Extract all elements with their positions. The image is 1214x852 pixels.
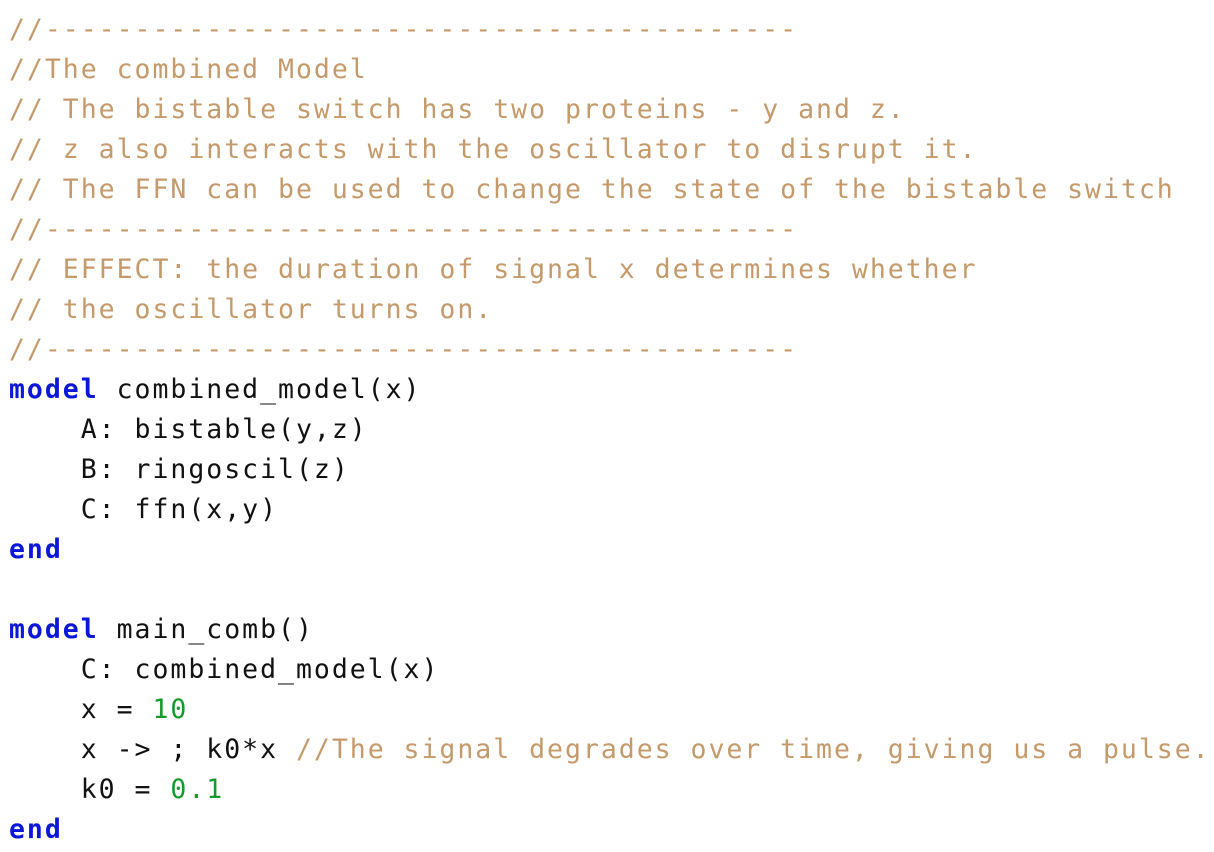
code-line: C: combined_model(x) <box>9 650 1211 690</box>
code-text: combined_model(x) <box>98 374 422 405</box>
code-line: x -> ; k0*x //The signal degrades over t… <box>9 730 1211 770</box>
code-comment: // The bistable switch has two proteins … <box>9 94 906 125</box>
code-line: //--------------------------------------… <box>9 210 1211 250</box>
code-comment: //--------------------------------------… <box>9 14 799 45</box>
code-comment: // The FFN can be used to change the sta… <box>9 174 1175 205</box>
code-line: //--------------------------------------… <box>9 330 1211 370</box>
code-number: 0.1 <box>170 774 225 805</box>
code-line: model main_comb() <box>9 610 1211 650</box>
code-line: end <box>9 530 1211 570</box>
code-keyword: end <box>9 814 63 845</box>
code-text: B: ringoscil(z) <box>9 454 350 485</box>
code-line: C: ffn(x,y) <box>9 490 1211 530</box>
code-comment: // the oscillator turns on. <box>9 294 494 325</box>
code-number: 10 <box>152 694 189 725</box>
code-text: C: ffn(x,y) <box>9 494 279 525</box>
code-line: // z also interacts with the oscillator … <box>9 130 1211 170</box>
code-line: A: bistable(y,z) <box>9 410 1211 450</box>
code-line: //The combined Model <box>9 50 1211 90</box>
code-line: // the oscillator turns on. <box>9 290 1211 330</box>
code-comment: // EFFECT: the duration of signal x dete… <box>9 254 978 285</box>
code-text: k0 = <box>9 774 171 805</box>
code-text: main_comb() <box>98 614 314 645</box>
code-line: //--------------------------------------… <box>9 10 1211 50</box>
code-line: k0 = 0.1 <box>9 770 1211 810</box>
code-line: B: ringoscil(z) <box>9 450 1211 490</box>
code-keyword: model <box>9 374 99 405</box>
code-comment: // z also interacts with the oscillator … <box>9 134 978 165</box>
code-text: A: bistable(y,z) <box>9 414 368 445</box>
code-keyword: model <box>9 614 99 645</box>
code-line: // The bistable switch has two proteins … <box>9 90 1211 130</box>
code-editor: //--------------------------------------… <box>9 10 1211 850</box>
code-comment: //--------------------------------------… <box>9 214 799 245</box>
code-line: x = 10 <box>9 690 1211 730</box>
code-line: model combined_model(x) <box>9 370 1211 410</box>
code-comment: //The combined Model <box>9 54 368 85</box>
code-text: x -> ; k0*x <box>9 734 296 765</box>
code-comment: //The signal degrades over time, giving … <box>295 734 1211 765</box>
code-text: C: combined_model(x) <box>9 654 440 685</box>
code-line: end <box>9 810 1211 850</box>
code-line: // EFFECT: the duration of signal x dete… <box>9 250 1211 290</box>
code-keyword: end <box>9 534 63 565</box>
code-text: x = <box>9 694 153 725</box>
code-comment: //--------------------------------------… <box>9 334 799 365</box>
code-line: // The FFN can be used to change the sta… <box>9 170 1211 210</box>
